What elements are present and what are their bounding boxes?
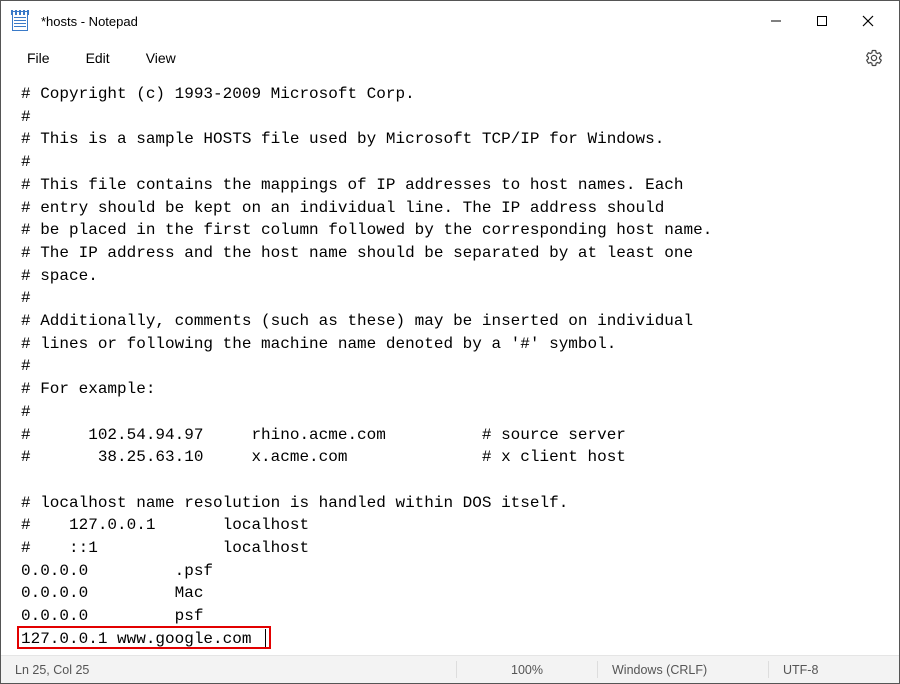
editor-area	[1, 75, 899, 655]
maximize-icon	[816, 15, 828, 27]
notepad-window: *hosts - Notepad File Edit View	[0, 0, 900, 684]
status-zoom: 100%	[457, 656, 597, 683]
status-position: Ln 25, Col 25	[1, 656, 103, 683]
close-icon	[862, 15, 874, 27]
statusbar: Ln 25, Col 25 100% Windows (CRLF) UTF-8	[1, 655, 899, 683]
maximize-button[interactable]	[799, 1, 845, 41]
titlebar[interactable]: *hosts - Notepad	[1, 1, 899, 41]
menubar: File Edit View	[1, 41, 899, 75]
menu-view[interactable]: View	[128, 44, 194, 72]
close-button[interactable]	[845, 1, 891, 41]
window-title: *hosts - Notepad	[41, 14, 138, 29]
notepad-icon	[11, 10, 29, 32]
text-editor[interactable]	[21, 83, 895, 651]
gear-icon	[865, 49, 883, 67]
status-line-ending: Windows (CRLF)	[598, 656, 768, 683]
minimize-button[interactable]	[753, 1, 799, 41]
status-encoding: UTF-8	[769, 656, 899, 683]
minimize-icon	[770, 15, 782, 27]
menu-edit[interactable]: Edit	[68, 44, 128, 72]
settings-button[interactable]	[857, 41, 891, 75]
menu-file[interactable]: File	[9, 44, 68, 72]
